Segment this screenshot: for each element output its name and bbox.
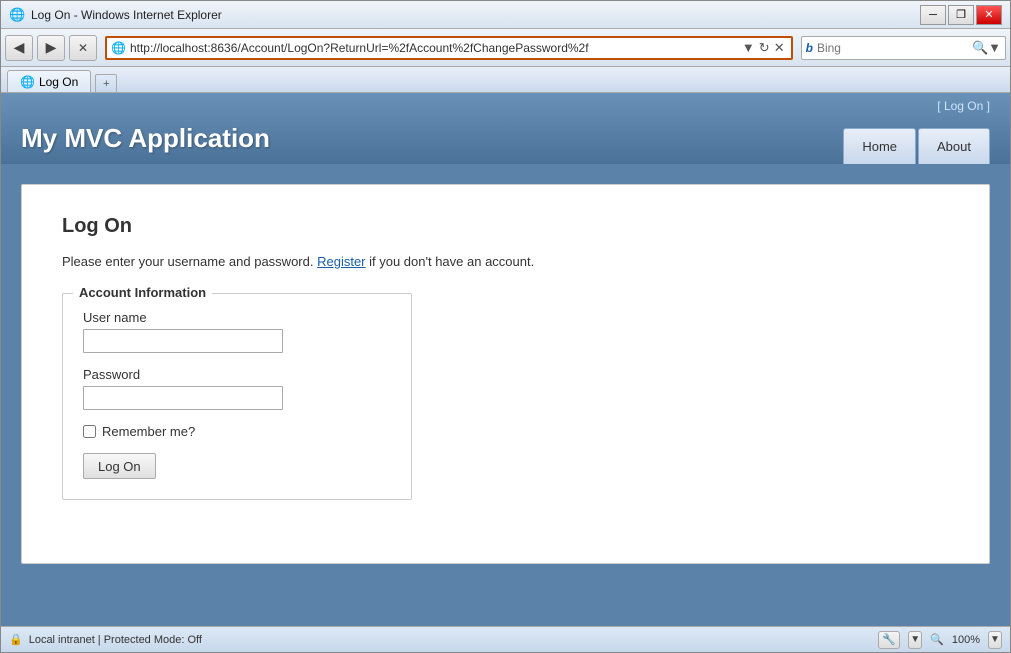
- page-body: Log On Please enter your username and pa…: [1, 164, 1010, 584]
- logon-description: Please enter your username and password.…: [62, 254, 949, 269]
- forward-button[interactable]: ▶: [37, 35, 65, 61]
- register-link[interactable]: Register: [317, 254, 365, 269]
- nav-bar: ◀ ▶ ✕ 🌐 ▼ ↻ ✕ b 🔍 ▼: [1, 29, 1010, 67]
- username-label: User name: [83, 310, 391, 325]
- address-icon: 🌐: [111, 41, 126, 55]
- refresh-button[interactable]: ↻: [757, 40, 772, 56]
- remember-me-group: Remember me?: [83, 424, 391, 439]
- security-icon: 🔒: [9, 633, 23, 646]
- status-bar: 🔒 Local intranet | Protected Mode: Off 🔧…: [1, 626, 1010, 652]
- app-title: My MVC Application: [21, 123, 270, 164]
- password-label: Password: [83, 367, 391, 382]
- header-main: My MVC Application Home About: [1, 115, 1010, 164]
- restore-button[interactable]: ❐: [948, 5, 974, 25]
- submit-button[interactable]: Log On: [83, 453, 156, 479]
- security-status: Local intranet | Protected Mode: Off: [29, 634, 202, 646]
- password-group: Password: [83, 367, 391, 410]
- minimize-button[interactable]: ─: [920, 5, 946, 25]
- remember-me-checkbox[interactable]: [83, 425, 96, 438]
- logon-title: Log On: [62, 215, 949, 238]
- zoom-level: 100%: [952, 634, 980, 646]
- home-nav-button[interactable]: Home: [843, 128, 916, 164]
- content-box: Log On Please enter your username and pa…: [21, 184, 990, 564]
- page-header: [ Log On ] My MVC Application Home About: [1, 93, 1010, 164]
- active-tab[interactable]: 🌐 Log On: [7, 70, 91, 92]
- zoom-icon: 🔍: [930, 633, 944, 646]
- tab-icon: 🌐: [20, 75, 35, 89]
- search-dropdown-button[interactable]: ▼: [988, 40, 1001, 55]
- address-stop-button[interactable]: ✕: [772, 40, 787, 56]
- content-area: [ Log On ] My MVC Application Home About…: [1, 93, 1010, 626]
- zoom-dropdown-button[interactable]: ▼: [988, 631, 1002, 649]
- browser-icon: 🌐: [9, 7, 25, 23]
- status-dropdown-button[interactable]: ▼: [908, 631, 922, 649]
- username-group: User name: [83, 310, 391, 353]
- address-bar-container: 🌐 ▼ ↻ ✕: [105, 36, 793, 60]
- search-button[interactable]: 🔍: [972, 40, 988, 56]
- close-button[interactable]: ✕: [976, 5, 1002, 25]
- username-input[interactable]: [83, 329, 283, 353]
- logon-link[interactable]: Log On: [944, 99, 983, 113]
- new-tab-button[interactable]: +: [95, 74, 117, 92]
- fieldset-legend: Account Information: [73, 285, 212, 300]
- header-top: [ Log On ]: [1, 93, 1010, 115]
- tabs-bar: 🌐 Log On +: [1, 67, 1010, 93]
- back-button[interactable]: ◀: [5, 35, 33, 61]
- stop-button[interactable]: ✕: [69, 35, 97, 61]
- address-bar[interactable]: [130, 41, 740, 55]
- account-info-fieldset: Account Information User name Password R…: [62, 293, 412, 500]
- search-container: b 🔍 ▼: [801, 36, 1006, 60]
- status-right: 🔧 ▼ 🔍 100% ▼: [878, 631, 1002, 649]
- search-input[interactable]: [817, 41, 972, 55]
- tab-label: Log On: [39, 75, 78, 89]
- title-bar-controls: ─ ❐ ✕: [920, 5, 1002, 25]
- address-dropdown-button[interactable]: ▼: [740, 40, 757, 55]
- nav-menu: Home About: [843, 128, 990, 164]
- logon-status: [ Log On ]: [937, 99, 990, 113]
- title-bar-text: Log On - Windows Internet Explorer: [31, 8, 920, 22]
- password-input[interactable]: [83, 386, 283, 410]
- remember-me-label: Remember me?: [102, 424, 195, 439]
- browser-window: 🌐 Log On - Windows Internet Explorer ─ ❐…: [0, 0, 1011, 653]
- title-bar: 🌐 Log On - Windows Internet Explorer ─ ❐…: [1, 1, 1010, 29]
- bing-logo: b: [806, 41, 813, 55]
- about-nav-button[interactable]: About: [918, 128, 990, 164]
- status-settings-button[interactable]: 🔧: [878, 631, 900, 649]
- status-left: 🔒 Local intranet | Protected Mode: Off: [9, 633, 870, 646]
